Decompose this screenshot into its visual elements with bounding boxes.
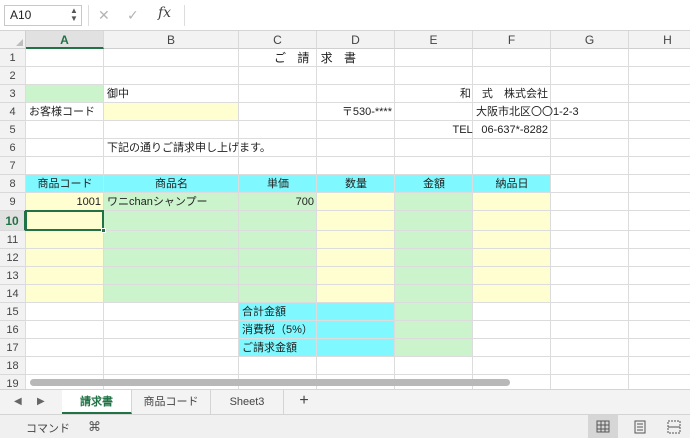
row-header-11[interactable]: 11: [0, 231, 26, 249]
cell-c16[interactable]: 消費税（5%）: [239, 321, 317, 339]
row-header-14[interactable]: 14: [0, 285, 26, 303]
row-header-17[interactable]: 17: [0, 339, 26, 357]
row-header-9[interactable]: 9: [0, 193, 26, 211]
cell-d8[interactable]: 数量: [317, 175, 395, 193]
cell-b6[interactable]: 下記の通りご請求申し上げます。: [104, 139, 395, 157]
column-header-g[interactable]: G: [551, 31, 629, 49]
row-header-13[interactable]: 13: [0, 267, 26, 285]
column-header-a[interactable]: A: [26, 31, 104, 49]
cell-a9[interactable]: 1001: [26, 193, 104, 211]
row-header-1[interactable]: 1: [0, 49, 26, 67]
cell-c9[interactable]: 700: [239, 193, 317, 211]
enter-icon[interactable]: ✓: [127, 7, 139, 23]
cell-e8[interactable]: 金額: [395, 175, 473, 193]
active-cell-border: [25, 210, 104, 231]
column-header-f[interactable]: F: [473, 31, 551, 49]
cancel-icon[interactable]: ✕: [98, 7, 110, 23]
worksheet-grid[interactable]: ABCDEFGH 1 2 3 4 5 6 7 8 9 10 11 12 13 14 15 16 17 18 19 ご…: [0, 31, 690, 389]
cell-b3[interactable]: 御中: [104, 85, 239, 103]
grid-hline: [26, 284, 690, 285]
next-sheet-icon[interactable]: ▶: [37, 396, 45, 407]
cell-b8[interactable]: 商品名: [104, 175, 239, 193]
column-header-h[interactable]: H: [629, 31, 690, 49]
cell-f8[interactable]: 納品日: [473, 175, 551, 193]
row-header-4[interactable]: 4: [0, 103, 26, 121]
cell-c1[interactable]: ご 請 求 書: [239, 49, 395, 67]
cell-fill: [26, 85, 104, 103]
normal-view-button[interactable]: [588, 415, 618, 438]
prev-sheet-icon[interactable]: ◀: [14, 396, 22, 407]
sheet-tab-invoice[interactable]: 請求書: [62, 390, 132, 414]
scrollbar-thumb[interactable]: [30, 379, 510, 386]
row-header-15[interactable]: 15: [0, 303, 26, 321]
row-header-7[interactable]: 7: [0, 157, 26, 175]
macro-record-icon[interactable]: ⌘: [88, 419, 101, 435]
sheet-tab-sheet3[interactable]: Sheet3: [211, 390, 284, 414]
cell-b9[interactable]: ワニchanシャンプー: [104, 193, 239, 211]
cell-f5[interactable]: TEL 06-637*-8282: [317, 121, 551, 139]
grid-hline: [26, 356, 690, 357]
add-sheet-button[interactable]: +: [294, 390, 314, 414]
name-box[interactable]: A10 ▲ ▼: [4, 5, 82, 26]
row-header-12[interactable]: 12: [0, 249, 26, 267]
row-header-2[interactable]: 2: [0, 67, 26, 85]
fill-handle[interactable]: [101, 228, 106, 233]
cell-fill: [395, 193, 473, 357]
row-header-8[interactable]: 8: [0, 175, 26, 193]
cell-c8[interactable]: 単価: [239, 175, 317, 193]
column-header-d[interactable]: D: [317, 31, 395, 49]
cell-f3[interactable]: 和 式 株式会社: [317, 85, 551, 103]
name-box-value: A10: [10, 8, 32, 22]
grid-hline: [26, 266, 690, 267]
select-all-corner[interactable]: [0, 31, 26, 49]
formula-bar: A10 ▲ ▼ ✕ ✓ fx: [0, 0, 690, 31]
grid-hline: [26, 248, 690, 249]
cell-a8[interactable]: 商品コード: [26, 175, 104, 193]
normal-view-icon: [596, 420, 610, 433]
column-header-b[interactable]: B: [104, 31, 239, 49]
page-layout-view-button[interactable]: [626, 415, 654, 438]
grid-hline: [26, 302, 690, 303]
cell-d4[interactable]: 〒530-****: [317, 103, 395, 121]
page-break-icon: [667, 420, 681, 434]
grid-hline: [26, 374, 690, 375]
cell-fill: [104, 103, 239, 121]
column-header-c[interactable]: C: [239, 31, 317, 49]
excel-window: A10 ▲ ▼ ✕ ✓ fx ABCDEFGH 1 2 3 4 5 6 7 8 9 10 11 12 13…: [0, 0, 690, 438]
sheet-tab-bar: ◀ ▶ 請求書 商品コード Sheet3 +: [0, 389, 690, 414]
page-layout-icon: [634, 420, 646, 434]
column-header-e[interactable]: E: [395, 31, 473, 49]
cell-c17[interactable]: ご請求金額: [239, 339, 317, 357]
row-header-10[interactable]: 10: [0, 211, 26, 231]
insert-function-icon[interactable]: fx: [158, 5, 171, 21]
formula-bar-divider: [184, 5, 185, 26]
grid-hline: [26, 230, 690, 231]
name-box-stepper-icon[interactable]: ▲ ▼: [70, 7, 78, 23]
cell-a4[interactable]: お客様コード: [26, 103, 104, 121]
grid-hline: [26, 320, 690, 321]
formula-bar-divider: [88, 5, 89, 26]
row-header-6[interactable]: 6: [0, 139, 26, 157]
row-header-16[interactable]: 16: [0, 321, 26, 339]
page-break-view-button[interactable]: [660, 415, 690, 438]
row-header-3[interactable]: 3: [0, 85, 26, 103]
row-header-5[interactable]: 5: [0, 121, 26, 139]
status-bar: コマンド ⌘: [0, 414, 690, 438]
row-header-18[interactable]: 18: [0, 357, 26, 375]
grid-hline: [26, 338, 690, 339]
sheet-tab-product-code[interactable]: 商品コード: [132, 390, 211, 414]
cell-c15[interactable]: 合計金額: [239, 303, 317, 321]
cell-f4[interactable]: 大阪市北区〇〇1-2-3: [473, 103, 579, 121]
horizontal-scrollbar[interactable]: [0, 376, 690, 389]
status-mode: コマンド: [26, 423, 70, 435]
